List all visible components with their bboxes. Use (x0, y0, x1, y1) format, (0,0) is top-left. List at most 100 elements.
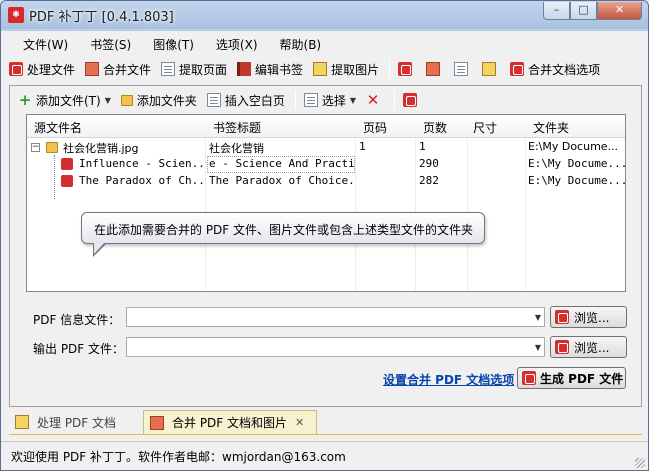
merge-options-label: 合并文档选项 (528, 62, 601, 77)
minimize-button[interactable]: – (543, 2, 570, 20)
tool-rename-button[interactable] (478, 58, 506, 80)
merge-file-button[interactable]: 合并文件 (81, 58, 157, 80)
cell-folder: E:\My Docume... (528, 157, 626, 170)
pdf-file-icon (61, 175, 73, 187)
tab-merge-pdf[interactable]: 合并 PDF 文档和图片 ✕ (143, 410, 317, 434)
info-file-input[interactable]: ▼ (126, 307, 545, 327)
add-folder-button[interactable]: 添加文件夹 (117, 89, 203, 111)
extract-pages-label: 提取页面 (179, 62, 228, 77)
tool-pdf-info-button[interactable] (394, 58, 422, 80)
plus-icon: + (18, 91, 32, 109)
pdf-file-icon (61, 158, 73, 170)
table-row[interactable]: The Paradox of Ch... The Paradox of Choi… (27, 173, 625, 190)
cell-folder: E:\My Docume... (528, 174, 626, 187)
resize-grip-icon[interactable] (635, 458, 645, 468)
browse-output-button[interactable]: 浏览... (550, 336, 627, 358)
merge-settings-link[interactable]: 设置合并 PDF 文档选项 (383, 371, 514, 388)
add-file-button[interactable]: + 添加文件(T) ▼ (14, 89, 117, 111)
pdf-action-button[interactable] (399, 89, 427, 111)
delete-icon: ✕ (366, 91, 380, 109)
menu-bookmarks[interactable]: 书签(S) (76, 33, 139, 55)
pdf-icon (9, 62, 23, 76)
merge-icon (85, 62, 100, 76)
bookmark-icon (237, 62, 252, 76)
select-icon (303, 93, 318, 107)
merge-file-label: 合并文件 (103, 62, 152, 77)
insert-blank-page-button[interactable]: 插入空白页 (203, 89, 291, 111)
menu-bar: 文件(W) 书签(S) 图像(T) 选项(X) 帮助(B) (5, 33, 329, 55)
menu-options[interactable]: 选项(X) (202, 33, 266, 55)
process-file-button[interactable]: 处理文件 (5, 58, 81, 80)
cell-page-count: 282 (419, 174, 439, 187)
close-button[interactable]: ✕ (597, 2, 642, 20)
table-header: 源文件名 书签标题 页码 页数 尺寸 文件夹 (27, 115, 625, 138)
export-icon (426, 62, 441, 76)
menu-help[interactable]: 帮助(B) (266, 33, 330, 55)
app-logo-icon: ✱ (8, 7, 24, 23)
hint-tooltip: 在此添加需要合并的 PDF 文件、图片文件或包含上述类型文件的文件夹 (81, 212, 485, 244)
add-folder-label: 添加文件夹 (136, 93, 197, 108)
panel-toolbar: + 添加文件(T) ▼ 添加文件夹 插入空白页 选择 ▼ ✕ (14, 88, 427, 112)
maximize-button[interactable]: □ (570, 2, 597, 20)
pdf-info-icon (398, 62, 413, 76)
table-row[interactable]: Influence - Scien... e - Science And Pra… (27, 156, 625, 173)
tab-close-icon[interactable]: ✕ (295, 416, 304, 429)
add-file-label: 添加文件(T) (36, 93, 101, 108)
blank-page-icon (206, 93, 221, 107)
merge-options-button[interactable]: 合并文档选项 (506, 58, 606, 80)
generate-pdf-icon (522, 371, 536, 385)
browse-info-button[interactable]: 浏览... (550, 306, 627, 328)
collapse-icon[interactable]: − (31, 143, 40, 152)
info-dropdown-chevron-icon[interactable]: ▼ (535, 313, 541, 322)
status-bar: 欢迎使用 PDF 补丁丁。软件作者电邮：wmjordan@163.com (1, 441, 648, 470)
insert-blank-label: 插入空白页 (224, 93, 285, 108)
tab-process-pdf[interactable]: 处理 PDF 文档 (9, 410, 143, 434)
menu-image[interactable]: 图像(T) (139, 33, 202, 55)
tab-strip-border (9, 434, 642, 437)
menu-file[interactable]: 文件(W) (5, 33, 76, 55)
header-page-number[interactable]: 页码 (363, 119, 387, 136)
output-dropdown-chevron-icon[interactable]: ▼ (535, 343, 541, 352)
header-bookmark-title[interactable]: 书签标题 (213, 119, 261, 136)
extract-pages-button[interactable]: 提取页面 (157, 58, 233, 80)
cell-source-name: The Paradox of Ch... (79, 174, 203, 187)
select-button[interactable]: 选择 ▼ (300, 89, 362, 111)
extract-images-button[interactable]: 提取图片 (309, 58, 385, 80)
cell-bookmark-title: The Paradox of Choice... (209, 174, 354, 187)
header-size[interactable]: 尺寸 (473, 119, 497, 136)
panel-toolbar-separator (294, 91, 296, 109)
browse-pdf-icon (555, 340, 569, 354)
browse-output-label: 浏览... (574, 340, 610, 355)
document-tabs: 处理 PDF 文档 合并 PDF 文档和图片 ✕ (9, 410, 317, 434)
info-file-label: PDF 信息文件： (33, 313, 121, 327)
tool-export-button[interactable] (422, 58, 450, 80)
header-page-count[interactable]: 页数 (423, 119, 447, 136)
remove-button[interactable]: ✕ (362, 89, 390, 111)
tab-process-label: 处理 PDF 文档 (37, 415, 117, 430)
cell-page-count: 1 (419, 140, 426, 153)
pdf-action-icon (403, 93, 418, 107)
toolbar-separator (389, 60, 391, 78)
cell-bookmark-title: 社会化营销 (209, 142, 264, 155)
output-file-input[interactable]: ▼ (126, 337, 545, 357)
select-label: 选择 (321, 93, 346, 108)
cell-source-name: Influence - Scien... (79, 157, 203, 170)
chevron-down-icon[interactable]: ▼ (105, 96, 111, 105)
generate-pdf-button[interactable]: 生成 PDF 文件 (517, 367, 626, 389)
cell-folder: E:\My Docume... (528, 140, 619, 153)
header-source-file[interactable]: 源文件名 (34, 119, 82, 136)
select-chevron-down-icon[interactable]: ▼ (350, 96, 356, 105)
tool-document-button[interactable] (450, 58, 478, 80)
file-list-table[interactable]: 源文件名 书签标题 页码 页数 尺寸 文件夹 − 社会化营销.jpg 社会化营销… (26, 114, 626, 292)
process-tab-icon (15, 415, 29, 429)
status-message: 欢迎使用 PDF 补丁丁。软件作者电邮：wmjordan@163.com (11, 450, 346, 464)
browse-info-label: 浏览... (574, 310, 610, 325)
cell-page-number: 1 (359, 140, 366, 153)
table-row[interactable]: − 社会化营销.jpg 社会化营销 1 1 E:\My Docume... (27, 139, 625, 156)
tab-merge-label: 合并 PDF 文档和图片 (172, 416, 288, 430)
title-bar[interactable]: ✱ PDF 补丁丁 [0.4.1.803] – □ ✕ (1, 1, 648, 29)
extract-images-label: 提取图片 (331, 62, 380, 77)
merge-tab-icon (150, 415, 164, 430)
header-folder[interactable]: 文件夹 (533, 119, 569, 136)
edit-bookmarks-button[interactable]: 编辑书签 (233, 58, 309, 80)
